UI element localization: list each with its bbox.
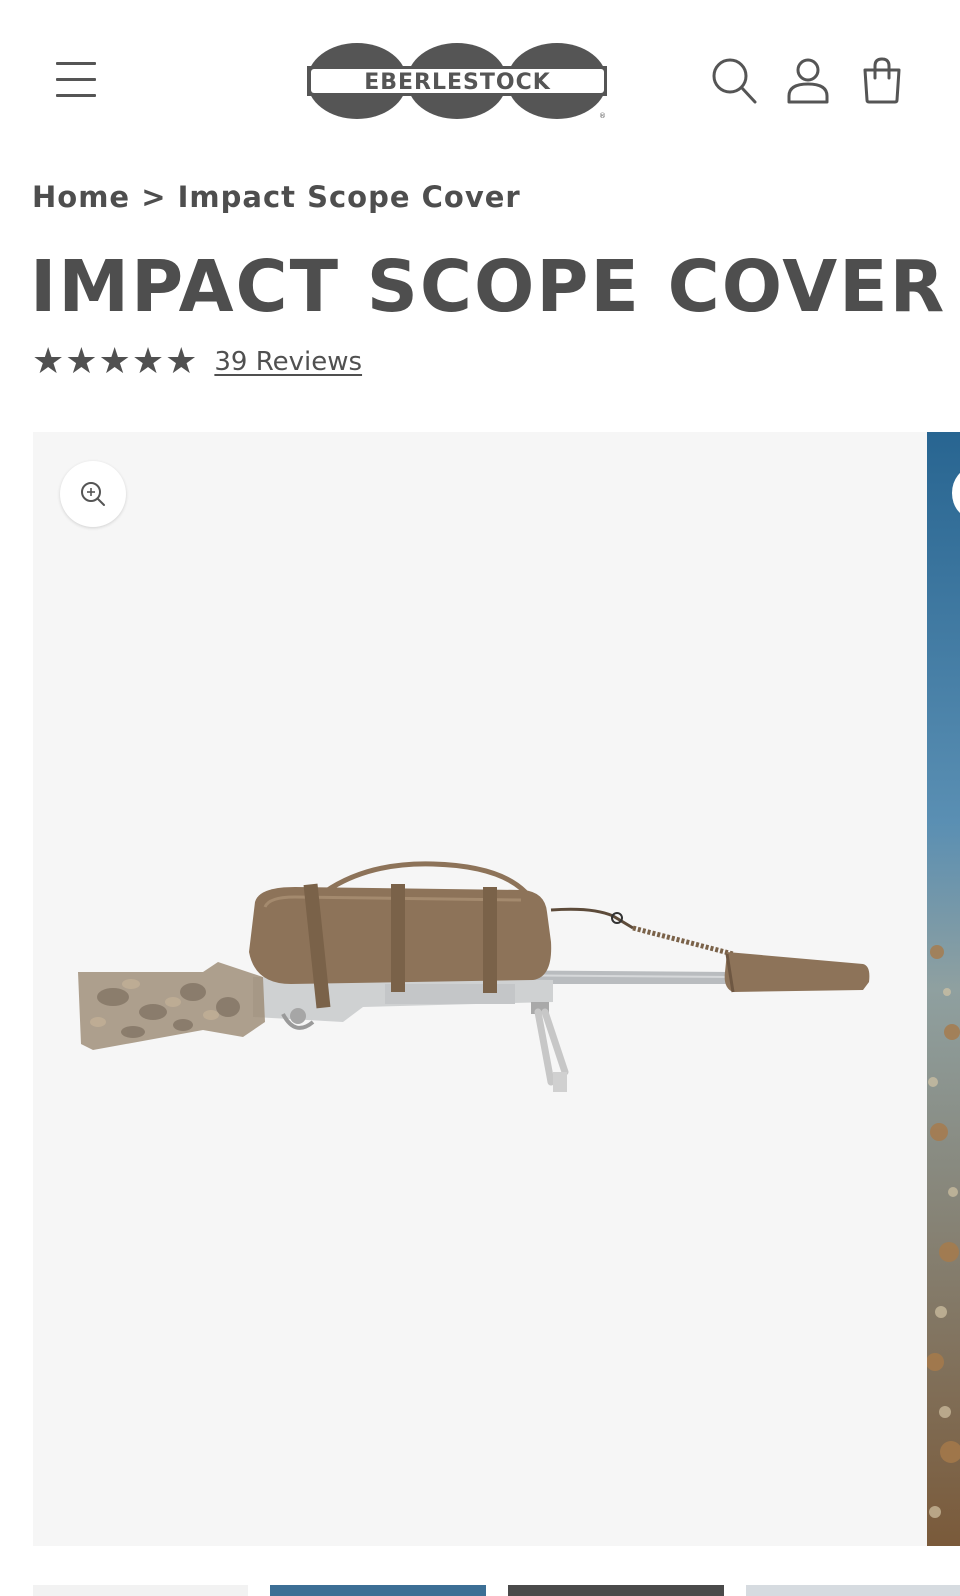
breadcrumb: Home > Impact Scope Cover	[32, 180, 521, 214]
breadcrumb-current: Impact Scope Cover	[177, 180, 521, 214]
thumbnail-3[interactable]	[508, 1585, 724, 1596]
rifle-with-scope-cover	[78, 861, 870, 1092]
product-title: IMPACT SCOPE COVER	[30, 245, 947, 328]
eberlestock-logo[interactable]: EBERLESTOCK ®	[305, 23, 610, 139]
cart-icon[interactable]	[858, 56, 906, 106]
gallery-next-image-peek[interactable]	[927, 432, 960, 1546]
logo-wordmark: EBERLESTOCK	[364, 70, 551, 95]
svg-text:®: ®	[599, 112, 606, 120]
breadcrumb-separator: >	[141, 180, 167, 214]
thumbnail-4[interactable]	[746, 1585, 960, 1596]
thumbnail-1[interactable]	[33, 1585, 248, 1596]
hamburger-menu-icon[interactable]	[54, 56, 98, 104]
search-icon[interactable]	[710, 56, 758, 106]
zoom-in-icon	[81, 482, 105, 506]
product-rating: ★★★★★ 39 Reviews	[32, 340, 362, 384]
product-image-main[interactable]	[33, 432, 927, 1546]
reviews-link[interactable]: 39 Reviews	[214, 347, 362, 377]
account-icon[interactable]	[784, 56, 832, 106]
zoom-button[interactable]	[60, 461, 126, 527]
breadcrumb-home-link[interactable]: Home	[32, 180, 130, 214]
thumbnail-strip	[0, 1585, 960, 1596]
site-header: EBERLESTOCK ®	[0, 0, 960, 160]
star-rating-icons: ★★★★★	[32, 341, 199, 382]
thumbnail-2[interactable]	[270, 1585, 486, 1596]
